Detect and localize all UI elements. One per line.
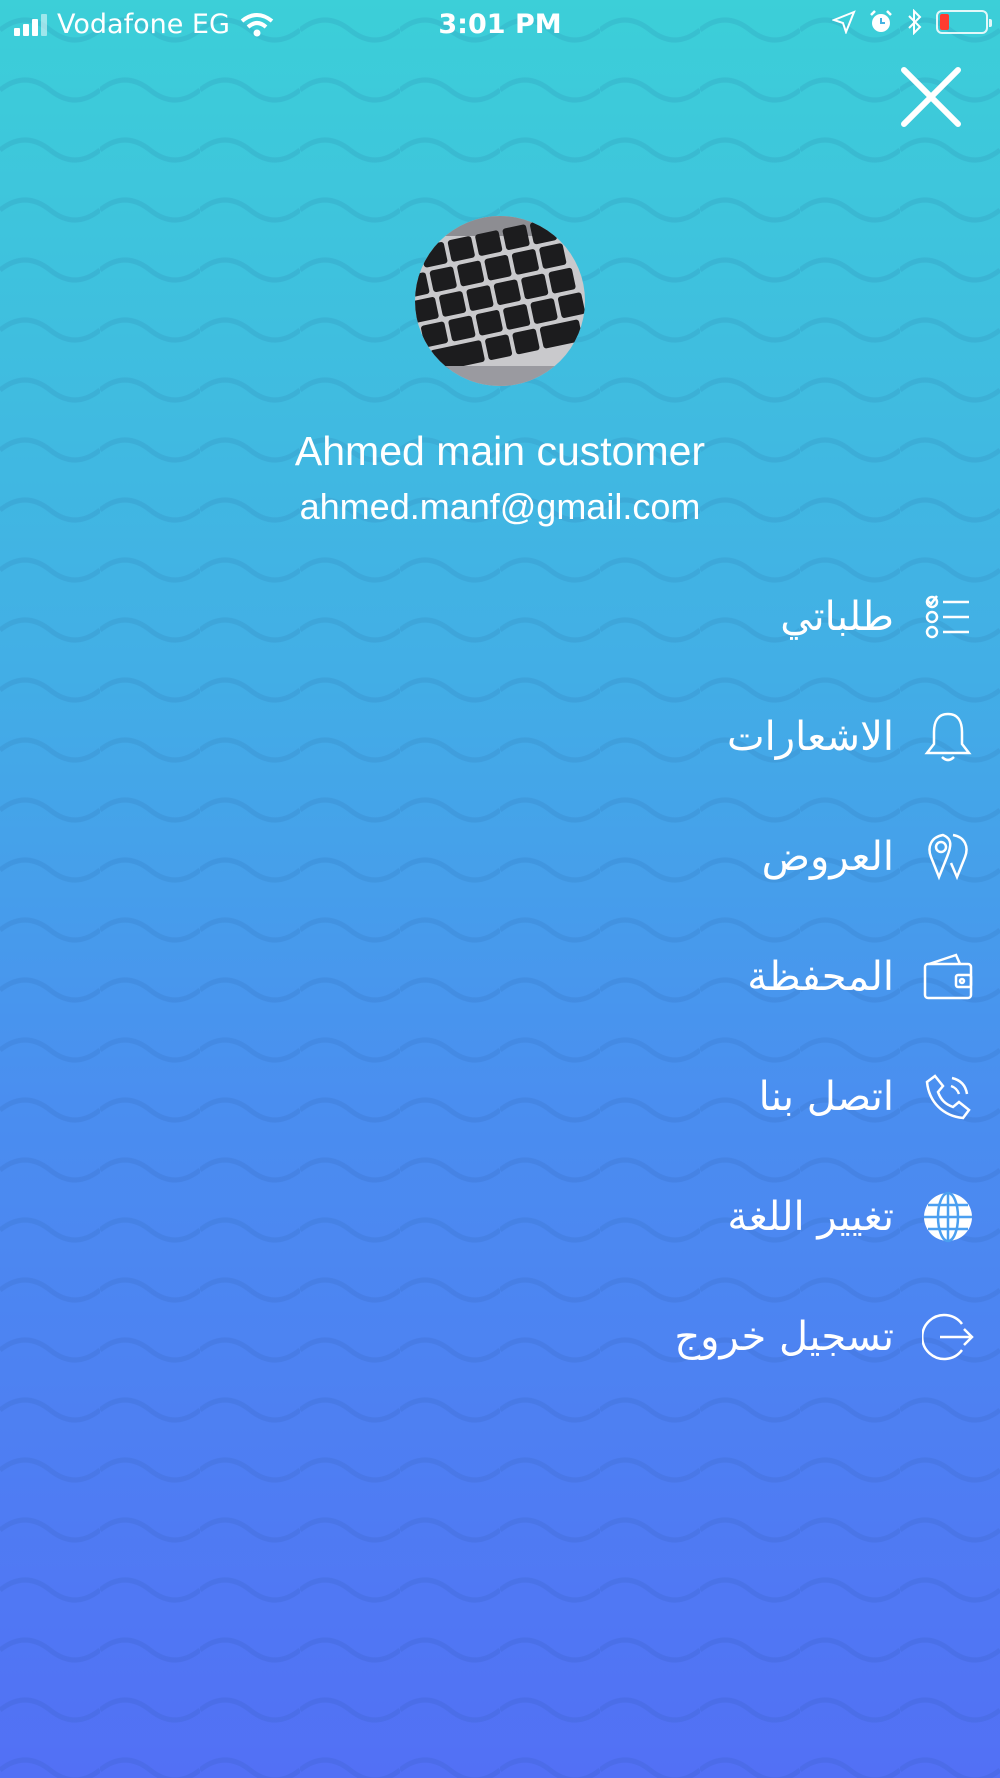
- menu-item-label: العروض: [761, 834, 894, 880]
- logout-icon: [920, 1309, 976, 1365]
- menu-item-change-language[interactable]: تغيير اللغة: [727, 1172, 976, 1262]
- menu-item-label: تغيير اللغة: [727, 1194, 894, 1240]
- bell-icon: [920, 709, 976, 765]
- menu-item-label: الاشعارات: [726, 714, 894, 760]
- menu-item-label: طلباتي: [780, 594, 894, 640]
- profile-name: Ahmed main customer: [294, 428, 706, 474]
- menu-item-label: اتصل بنا: [758, 1074, 894, 1120]
- close-button[interactable]: [898, 64, 964, 130]
- checklist-icon: [920, 589, 976, 645]
- phone-icon: [920, 1069, 976, 1125]
- offers-tag-icon: [920, 829, 976, 885]
- alarm-icon: [870, 10, 892, 32]
- bluetooth-icon: [908, 9, 922, 35]
- avatar[interactable]: [415, 216, 585, 386]
- battery-icon: [936, 10, 992, 34]
- menu-item-contact-us[interactable]: اتصل بنا: [759, 1052, 976, 1142]
- menu-item-my-orders[interactable]: طلباتي: [780, 572, 976, 662]
- menu-item-notifications[interactable]: الاشعارات: [727, 692, 976, 782]
- menu-item-wallet[interactable]: المحفظة: [747, 932, 976, 1022]
- menu-item-label: تسجيل خروج: [674, 1314, 894, 1360]
- keyboard-photo: [415, 216, 585, 386]
- menu-item-label: المحفظة: [747, 954, 894, 1000]
- wallet-icon: [920, 949, 976, 1005]
- location-arrow-icon: [832, 10, 856, 34]
- status-bar: Vodafone EG 3:01 PM: [0, 0, 1000, 50]
- menu-item-logout[interactable]: تسجيل خروج: [674, 1292, 976, 1382]
- profile-email: ahmed.manf@gmail.com: [299, 486, 701, 527]
- globe-icon: [920, 1189, 976, 1245]
- close-icon: [901, 67, 961, 127]
- menu-item-offers[interactable]: العروض: [762, 812, 976, 902]
